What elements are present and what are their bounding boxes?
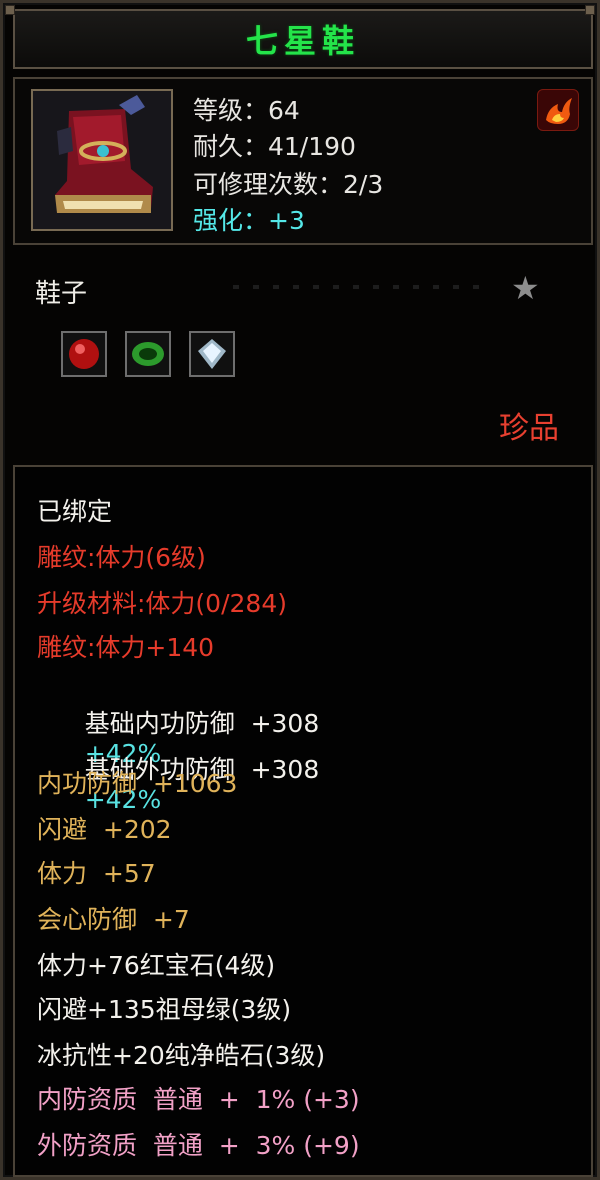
- item-enhance: 强化：+3: [193, 206, 305, 235]
- detail-line: 会心防御 +7: [37, 905, 190, 934]
- item-repair-count: 可修理次数：2/3: [193, 170, 384, 199]
- frame-corner: [585, 5, 595, 15]
- item-details: 已绑定 雕纹:体力(6级) 升级材料:体力(0/284) 雕纹:体力+140 基…: [13, 465, 593, 1177]
- detail-line: 雕纹:体力+140: [37, 633, 215, 662]
- item-header: 等级：64 耐久：41/190 可修理次数：2/3 强化：+3: [13, 77, 593, 245]
- rarity-label: 珍品: [499, 411, 559, 446]
- ruby-gem-icon[interactable]: [61, 331, 107, 377]
- detail-line: 冰抗性+20纯净皓石(3级): [37, 1041, 326, 1070]
- emerald-gem-icon[interactable]: [125, 331, 171, 377]
- frame-corner: [5, 5, 15, 15]
- detail-line: 升级材料:体力(0/284): [37, 589, 287, 618]
- boot-icon: [31, 89, 173, 231]
- item-durability: 耐久：41/190: [193, 132, 356, 161]
- item-summary: 鞋子 ★ 珍品: [13, 245, 593, 463]
- item-type: 鞋子: [35, 279, 88, 309]
- separator: [233, 285, 493, 289]
- star-icon[interactable]: ★: [511, 269, 540, 307]
- detail-line: 内功防御 +1063: [37, 769, 238, 798]
- detail-line: 内防资质 普通 + 1% (+3): [37, 1085, 360, 1114]
- detail-line: 体力 +57: [37, 859, 156, 888]
- detail-line: 已绑定: [37, 497, 113, 526]
- item-tooltip: 七星鞋 等级：64 耐久：41/190 可修理次数：2/3 强化：+3 鞋子 ★…: [0, 0, 600, 1180]
- detail-line: 雕纹:体力(6级): [37, 543, 206, 572]
- detail-line: 体力+76红宝石(4级): [37, 951, 276, 980]
- title-bar: 七星鞋: [13, 9, 593, 69]
- detail-line: 闪避+135祖母绿(3级): [37, 995, 292, 1024]
- fire-icon[interactable]: [537, 89, 579, 131]
- item-name: 七星鞋: [245, 22, 360, 60]
- detail-line: 外防资质 普通 + 3% (+9): [37, 1131, 360, 1160]
- detail-line: 闪避 +202: [37, 815, 172, 844]
- item-level: 等级：64: [193, 96, 300, 125]
- pure-diamond-gem-icon[interactable]: [189, 331, 235, 377]
